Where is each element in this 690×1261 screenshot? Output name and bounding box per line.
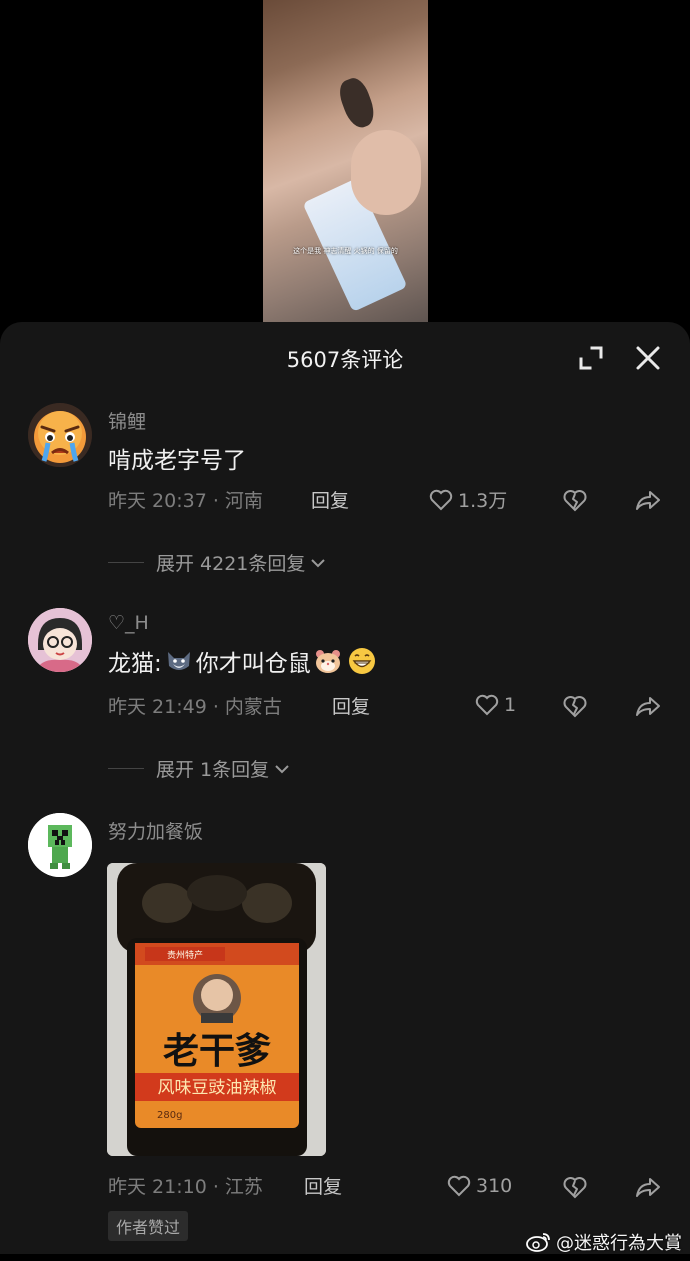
creeper-icon [28, 813, 92, 877]
angry-crying-face-icon [28, 403, 92, 467]
comment-text: 龙猫: 你才叫仓鼠 [108, 644, 379, 678]
expand-sheet-icon[interactable] [575, 342, 607, 374]
share-icon[interactable] [634, 692, 662, 720]
heart-icon [475, 694, 499, 716]
comment-text-prefix: 龙猫: [108, 651, 162, 677]
comment-time-location: 昨天 21:10 · 江苏 [108, 1176, 263, 1198]
author-liked-badge: 作者赞过 [108, 1211, 189, 1241]
chevron-down-icon [311, 558, 326, 567]
reply-button[interactable]: 回复 [311, 486, 349, 513]
reply-button[interactable]: 回复 [332, 692, 370, 719]
video-caption: 这个是我 神志清醒 火锅的 保留的 [293, 247, 398, 255]
comment-text-middle: 你才叫仓鼠 [195, 651, 311, 677]
jar-top-label: 贵州特产 [167, 949, 203, 961]
jar-brand-label: 老干爹 [163, 1031, 271, 1072]
heart-icon [447, 1175, 471, 1197]
avatar[interactable] [28, 813, 92, 877]
avatar[interactable] [28, 608, 92, 672]
like-count: 1.3万 [458, 490, 508, 512]
like-count: 1 [504, 694, 517, 716]
cartoon-girl-icon [28, 608, 92, 672]
expand-replies-label: 展开 4221条回复 [156, 553, 306, 575]
video-frame-hand [351, 130, 421, 215]
close-icon[interactable] [632, 342, 664, 374]
dislike-broken-heart-icon[interactable] [561, 486, 589, 514]
divider-line [108, 768, 144, 769]
comment-time-location: 昨天 21:49 · 内蒙古 [108, 696, 282, 718]
share-icon[interactable] [634, 486, 662, 514]
jar-weight-label: 280g [157, 1110, 182, 1121]
like-button[interactable]: 310 [446, 1173, 512, 1199]
chili-sauce-jar-image: 贵州特产 老干爹 风味豆豉油辣椒 280g [107, 863, 326, 1156]
chevron-down-icon [275, 764, 289, 773]
hamster-emoji-icon [315, 650, 340, 673]
avatar[interactable] [28, 403, 92, 467]
dislike-broken-heart-icon[interactable] [561, 1173, 589, 1201]
reply-button[interactable]: 回复 [304, 1172, 342, 1199]
watermark-text: @迷惑行為大賞 [556, 1233, 682, 1254]
like-button[interactable]: 1.3万 [428, 486, 507, 513]
grinning-face-emoji-icon [348, 648, 375, 674]
jar-subtitle-label: 风味豆豉油辣椒 [158, 1078, 277, 1098]
video-frame-shoe [335, 74, 379, 132]
comments-sheet: 5607条评论 锦鲤 啃成老字号了 昨天 20:37 · 河南 回复 1.3万 … [0, 322, 690, 1254]
weibo-watermark: @迷惑行為大賞 [526, 1229, 682, 1255]
expand-replies-button[interactable]: 展开 1条回复 [108, 755, 293, 782]
heart-icon [429, 489, 453, 510]
expand-replies-label: 展开 1条回复 [156, 759, 270, 781]
wolf-emoji-icon [167, 652, 190, 670]
comment-username[interactable]: 努力加餐饭 [108, 817, 203, 844]
comment-username[interactable]: 锦鲤 [108, 407, 146, 434]
like-button[interactable]: 1 [474, 692, 516, 718]
like-count: 310 [476, 1175, 513, 1197]
expand-replies-button[interactable]: 展开 4221条回复 [108, 549, 329, 576]
dislike-broken-heart-icon[interactable] [561, 692, 589, 720]
comment-time-location: 昨天 20:37 · 河南 [108, 490, 263, 512]
comment-text: 啃成老字号了 [108, 448, 246, 474]
comment-image[interactable]: 贵州特产 老干爹 风味豆豉油辣椒 280g [107, 863, 326, 1156]
comment-username[interactable]: ♡_H [108, 612, 149, 634]
video-player[interactable]: 这个是我 神志清醒 火锅的 保留的 [263, 0, 428, 323]
weibo-logo-icon [526, 1233, 550, 1252]
app-root: 这个是我 神志清醒 火锅的 保留的 5607条评论 锦鲤 啃成老字号了 昨天 2… [0, 0, 690, 1261]
divider-line [108, 562, 144, 563]
share-icon[interactable] [634, 1173, 662, 1201]
